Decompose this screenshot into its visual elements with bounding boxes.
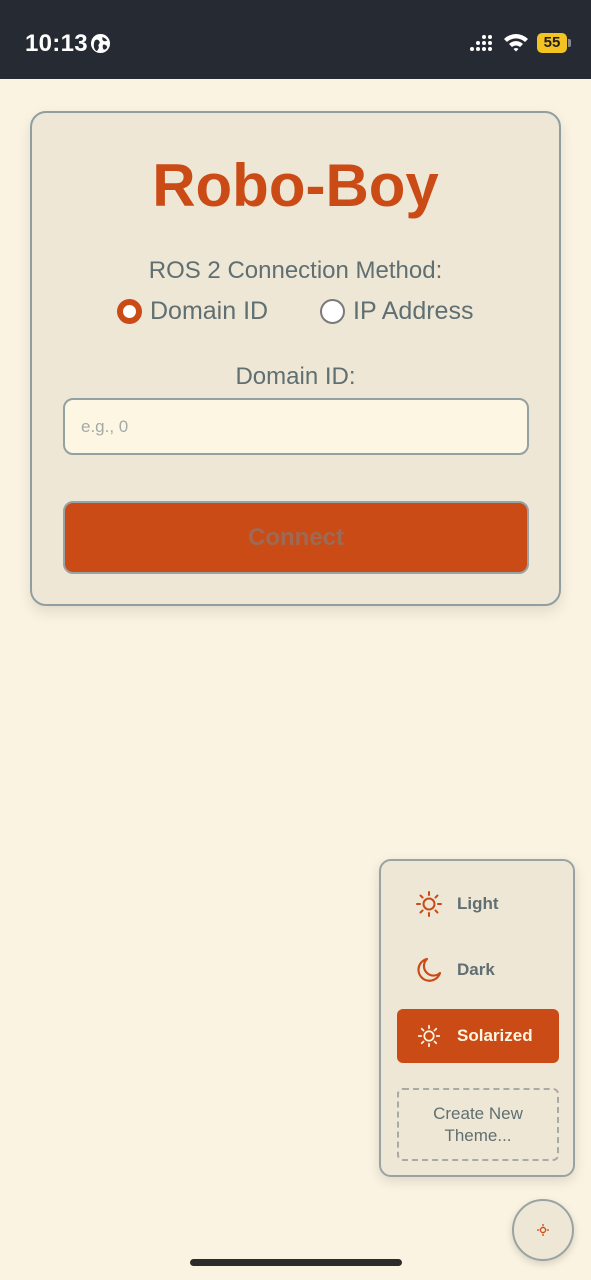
theme-toggle-button[interactable] xyxy=(512,1199,574,1261)
create-new-theme-button[interactable]: Create New Theme... xyxy=(397,1088,559,1161)
wifi-icon xyxy=(504,34,528,52)
radio-ip-address-label: IP Address xyxy=(353,296,474,325)
theme-light-option[interactable]: Light xyxy=(397,877,559,931)
theme-solarized-option[interactable]: Solarized xyxy=(397,1009,559,1063)
status-time: 10:13 xyxy=(25,30,88,57)
battery-icon: 55 xyxy=(537,33,571,53)
globe-icon xyxy=(90,33,111,54)
sun-icon xyxy=(537,1224,549,1236)
theme-menu: Light Dark Solarized Create New Theme... xyxy=(379,859,575,1177)
connection-method-label: ROS 2 Connection Method: xyxy=(148,257,443,284)
radio-domain-id[interactable]: Domain ID xyxy=(117,296,268,326)
app-title: Robo-Boy xyxy=(152,152,439,219)
radio-checked-icon[interactable] xyxy=(117,298,142,324)
radio-unchecked-icon[interactable] xyxy=(320,298,345,324)
domain-id-input[interactable] xyxy=(63,398,529,455)
status-bar: 10:13 55 xyxy=(0,0,591,79)
theme-dark-option[interactable]: Dark xyxy=(397,943,559,997)
domain-id-label: Domain ID: xyxy=(235,363,356,390)
sun-icon xyxy=(417,1024,441,1048)
theme-dark-label: Dark xyxy=(457,960,495,979)
theme-solarized-label: Solarized xyxy=(457,1026,533,1045)
sun-icon xyxy=(416,891,442,917)
home-indicator[interactable] xyxy=(190,1259,402,1266)
cellular-signal-icon xyxy=(470,35,492,51)
connection-card: Robo-Boy ROS 2 Connection Method: Domain… xyxy=(30,111,561,606)
create-theme-label-line2: Theme... xyxy=(444,1126,512,1145)
theme-light-label: Light xyxy=(457,894,499,913)
moon-icon xyxy=(417,957,442,982)
connect-button[interactable]: Connect xyxy=(63,501,529,574)
create-theme-label-line1: Create New xyxy=(433,1104,523,1123)
radio-ip-address[interactable]: IP Address xyxy=(320,296,473,326)
radio-domain-id-label: Domain ID xyxy=(150,296,269,325)
